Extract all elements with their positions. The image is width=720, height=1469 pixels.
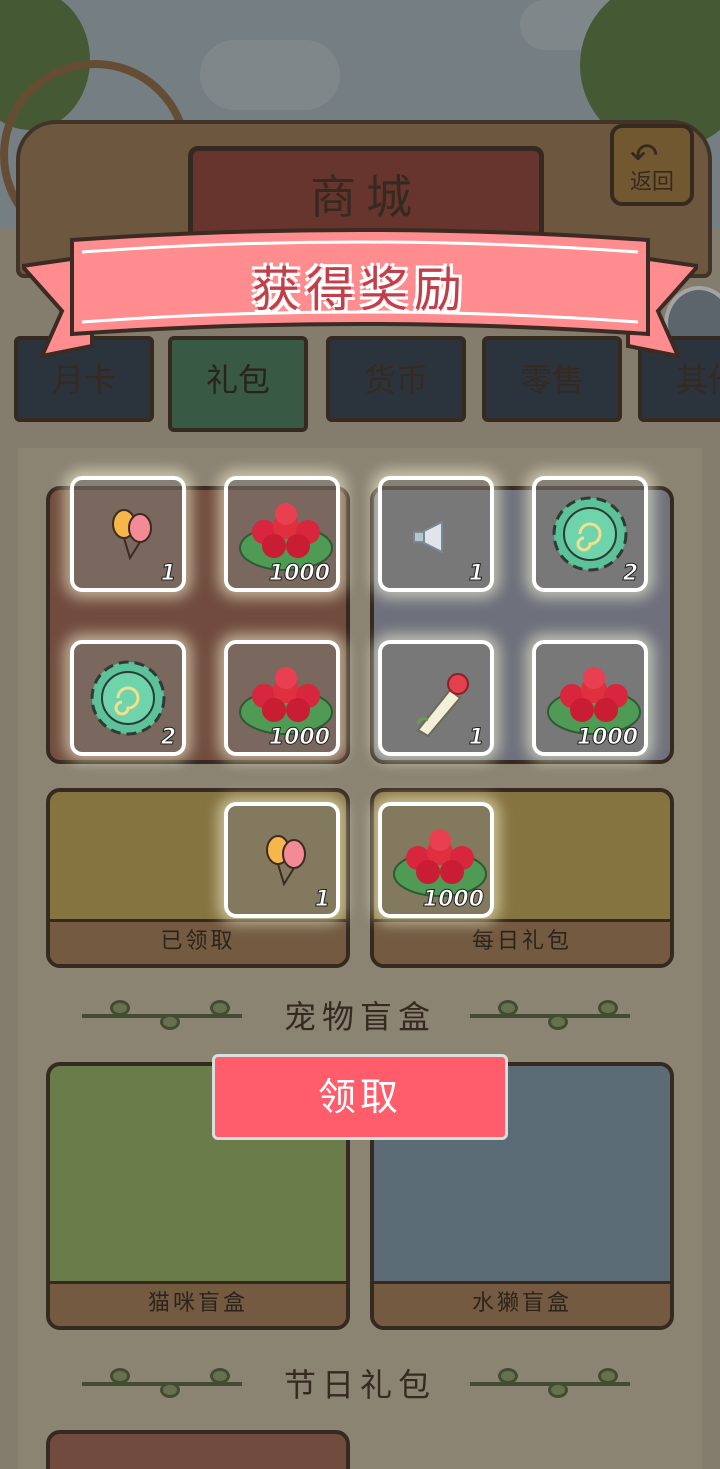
- reward-slot: 2: [70, 640, 186, 756]
- game-screen: 商城 ↶ 返回 月卡 礼包 货币 零售 其他 已领取 每日礼包 宠物盲盒 猫咪盲…: [0, 0, 720, 1469]
- reward-quantity: 1000: [422, 887, 484, 913]
- reward-quantity: 1000: [268, 561, 330, 587]
- reward-quantity: 1: [468, 561, 484, 587]
- reward-quantity: 1: [314, 887, 330, 913]
- reward-slot: 1: [70, 476, 186, 592]
- reward-quantity: 1000: [268, 725, 330, 751]
- reward-quantity: 1: [160, 561, 176, 587]
- reward-slot: 1000: [532, 640, 648, 756]
- reward-slot: 1: [224, 802, 340, 918]
- reward-slot: 1000: [224, 476, 340, 592]
- reward-quantity: 1: [468, 725, 484, 751]
- reward-quantity: 2: [622, 561, 638, 587]
- reward-slot: 1: [378, 640, 494, 756]
- reward-quantity: 2: [160, 725, 176, 751]
- reward-quantity: 1000: [576, 725, 638, 751]
- reward-slot: 1: [378, 476, 494, 592]
- reward-slot: 1000: [378, 802, 494, 918]
- claim-button[interactable]: 领取: [212, 1054, 508, 1140]
- reward-banner: 获得奖励: [18, 226, 702, 366]
- reward-slot: 2: [532, 476, 648, 592]
- reward-title: 获得奖励: [251, 262, 468, 318]
- reward-slot: 1000: [224, 640, 340, 756]
